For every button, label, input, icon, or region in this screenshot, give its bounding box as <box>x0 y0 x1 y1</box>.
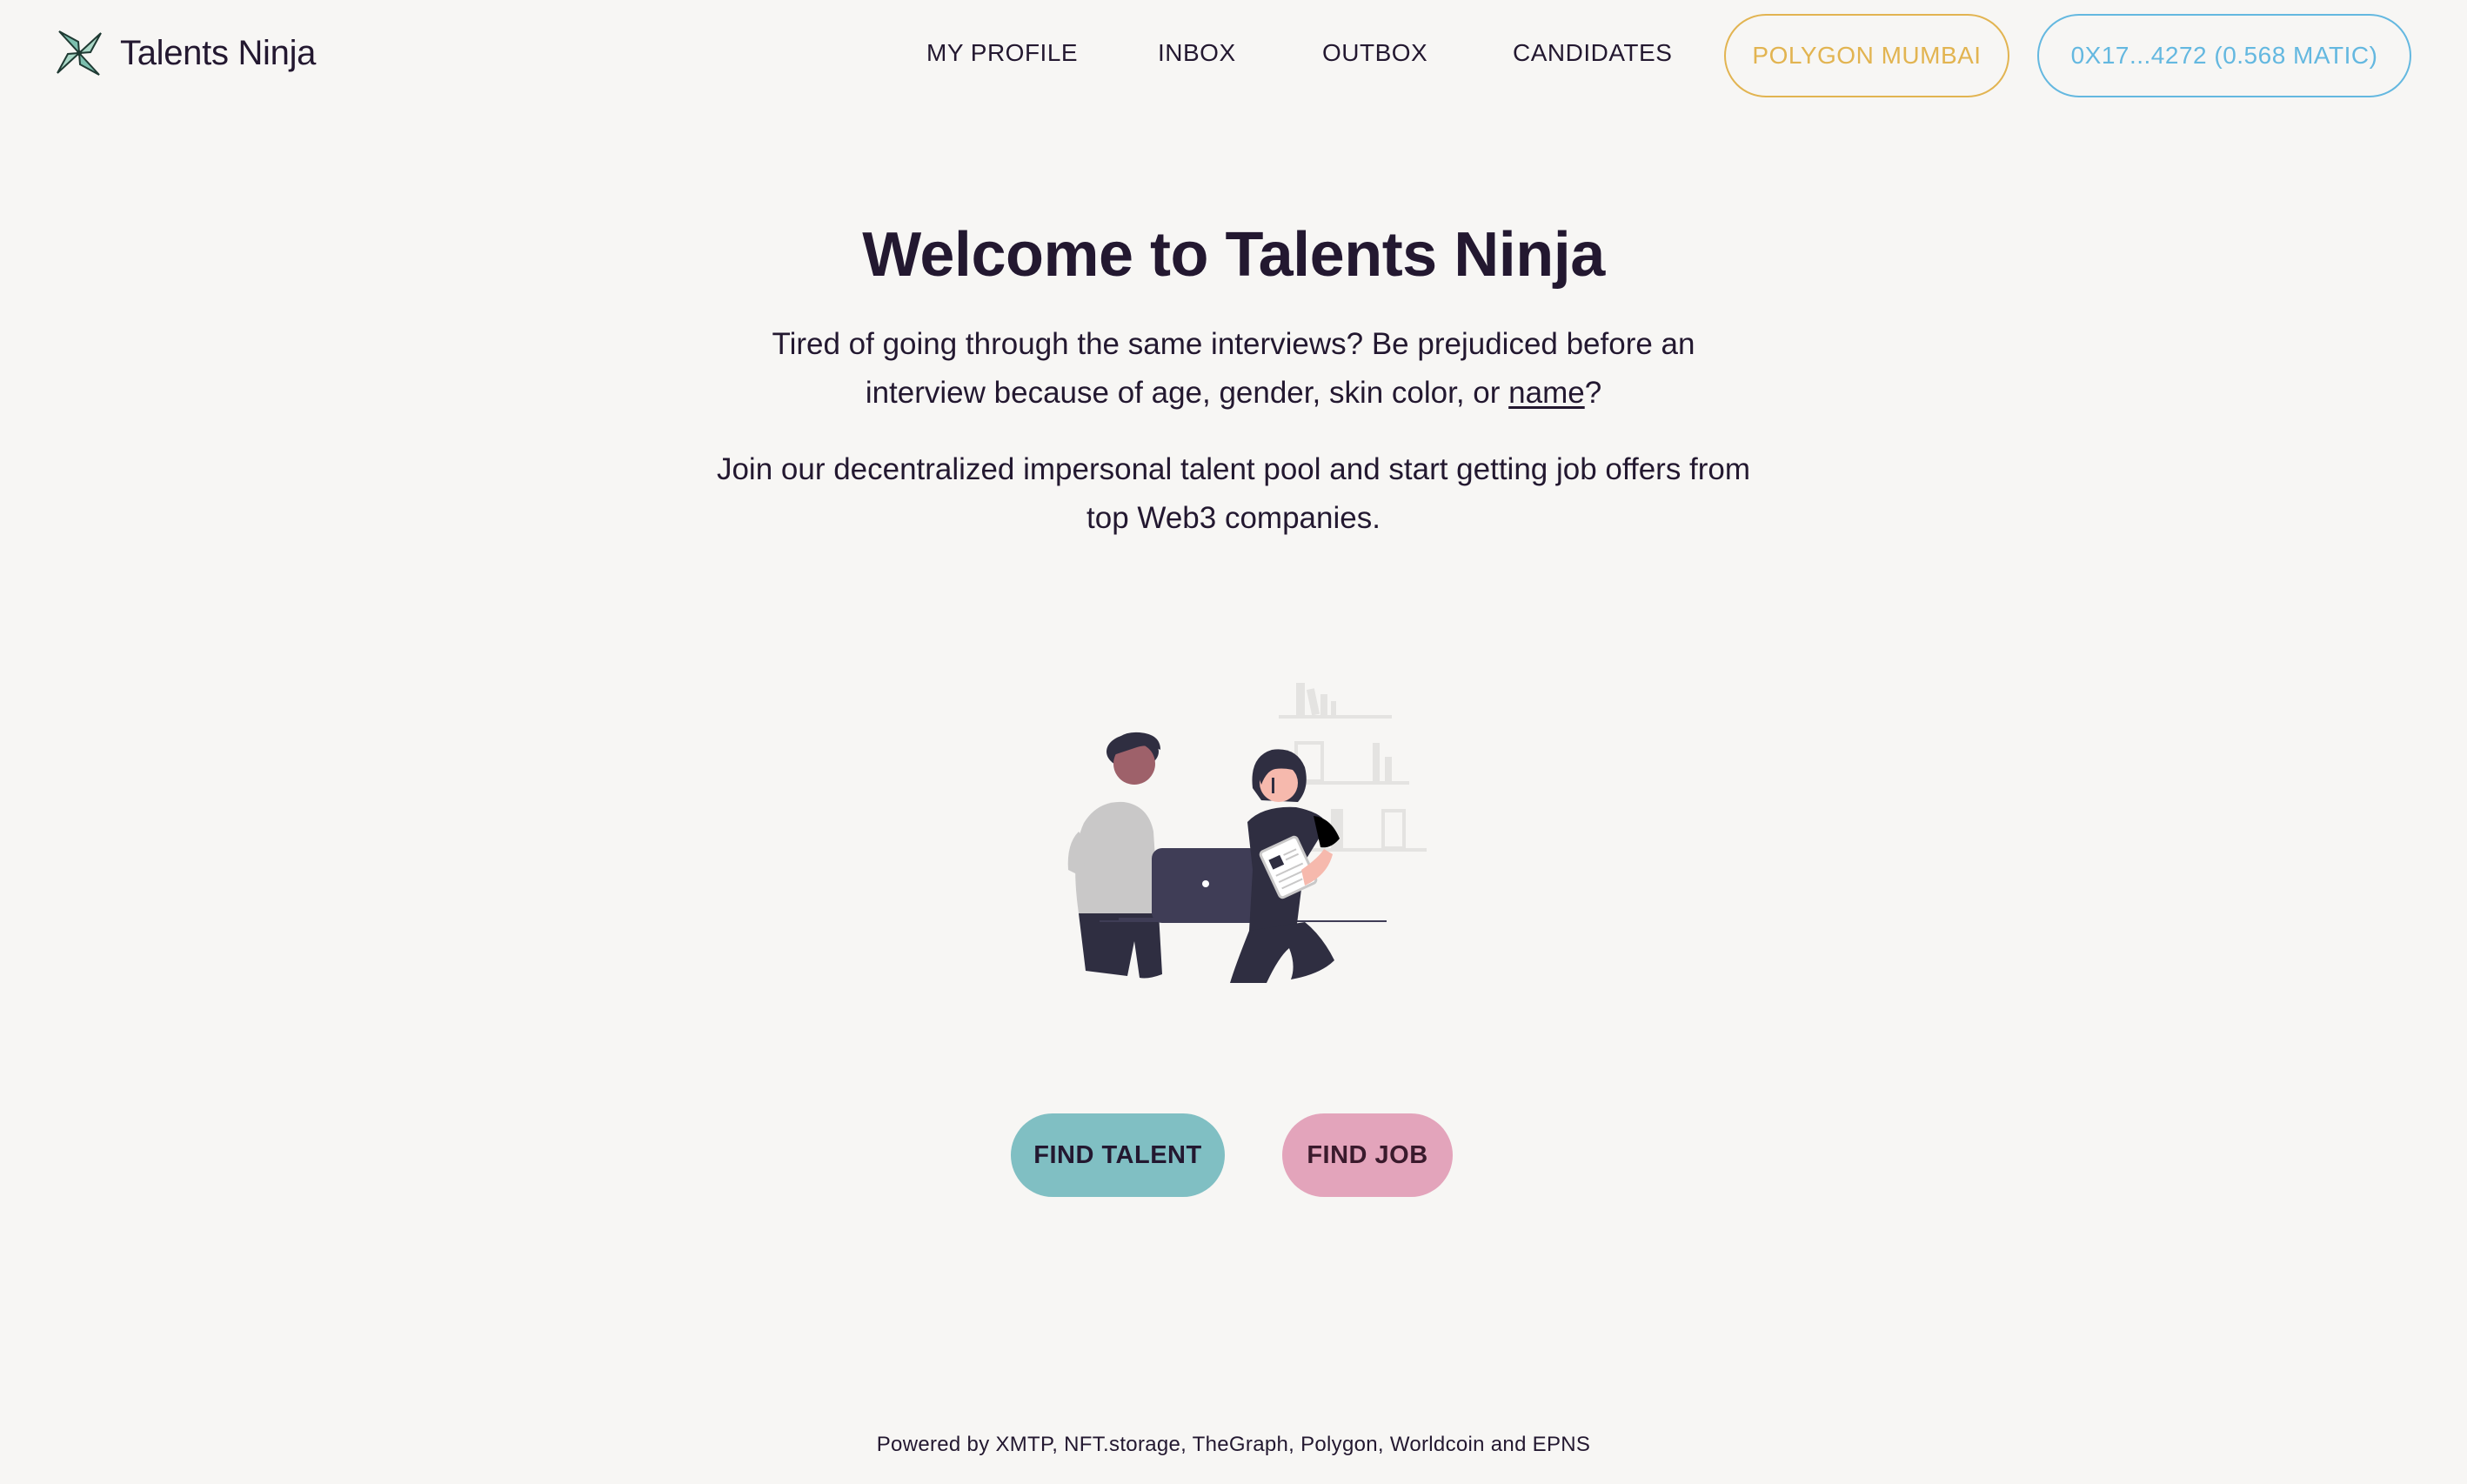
brand-home-link[interactable]: Talents Ninja <box>52 26 316 80</box>
wallet-button[interactable]: 0X17...4272 (0.568 MATIC) <box>2037 14 2411 97</box>
landing-page: Talents Ninja MY PROFILE INBOX OUTBOX CA… <box>0 0 2467 1484</box>
top-navbar: Talents Ninja MY PROFILE INBOX OUTBOX CA… <box>0 0 2467 113</box>
nav-outbox[interactable]: OUTBOX <box>1322 39 1427 67</box>
shuriken-logo-icon <box>57 30 102 76</box>
team-collaboration-illustration <box>1067 683 1427 983</box>
page-title: Welcome to Talents Ninja <box>862 220 1605 290</box>
find-job-button[interactable]: FIND JOB <box>1282 1113 1453 1197</box>
intro-paragraph: Tired of going through the same intervie… <box>712 320 1755 418</box>
pitch-paragraph: Join our decentralized impersonal talent… <box>716 452 1751 535</box>
nav-my-profile[interactable]: MY PROFILE <box>926 39 1078 67</box>
nav-inbox[interactable]: INBOX <box>1158 39 1236 67</box>
intro-text-end: ? <box>1584 376 1602 410</box>
footer-credits: Powered by XMTP, NFT.storage, TheGraph, … <box>876 1433 1591 1456</box>
network-button[interactable]: POLYGON MUMBAI <box>1724 14 2009 97</box>
name-link[interactable]: name <box>1508 376 1585 410</box>
find-talent-button[interactable]: FIND TALENT <box>1011 1113 1225 1197</box>
nav-candidates[interactable]: CANDIDATES <box>1513 39 1672 67</box>
brand-name: Talents Ninja <box>120 33 317 72</box>
